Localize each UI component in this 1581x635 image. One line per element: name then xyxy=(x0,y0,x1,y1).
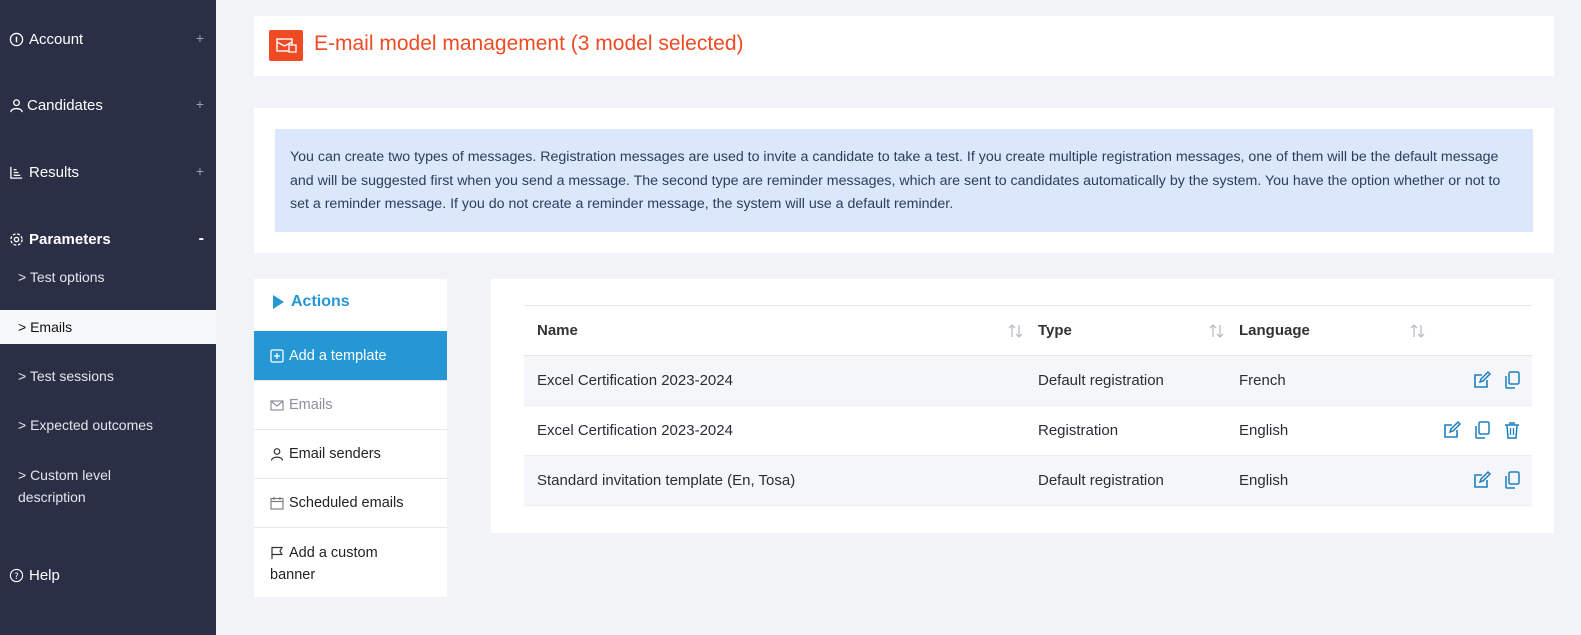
cell-name: Excel Certification 2023-2024 xyxy=(537,372,733,389)
info-icon xyxy=(9,32,24,47)
copy-icon[interactable] xyxy=(1502,370,1522,390)
cell-type: Registration xyxy=(1038,422,1119,439)
action-label: banner xyxy=(270,567,316,583)
copy-icon[interactable] xyxy=(1472,420,1492,440)
cell-name: Standard invitation template (En, Tosa) xyxy=(537,472,796,489)
user-icon xyxy=(270,448,284,461)
flag-icon xyxy=(271,546,284,559)
cell-language: English xyxy=(1239,422,1289,439)
sidebar-section-label: Account xyxy=(29,31,84,48)
column-header-name[interactable]: Name xyxy=(537,306,578,355)
email-senders-action[interactable]: Email senders xyxy=(254,429,447,478)
sidebar-item-custom-level-description[interactable]: > Custom level description xyxy=(0,464,216,508)
sidebar-section-parameters[interactable]: Parameters - xyxy=(0,228,216,252)
sidebar-section-label: Parameters xyxy=(29,231,111,248)
row-actions xyxy=(1442,420,1522,440)
templates-table: Name Type Language Excel Certification 2… xyxy=(524,305,1532,506)
sort-icon[interactable] xyxy=(1208,323,1226,339)
play-icon xyxy=(273,295,284,309)
scheduled-emails-action[interactable]: Scheduled emails xyxy=(254,478,447,527)
action-label-wrap: Add a custom banner xyxy=(270,542,378,586)
svg-text:?: ? xyxy=(14,571,18,581)
actions-title: Actions xyxy=(291,293,350,310)
row-actions xyxy=(1472,470,1522,490)
help-icon: ? xyxy=(9,568,24,583)
column-header-language[interactable]: Language xyxy=(1239,306,1310,355)
actions-panel: Actions Add a template Emails Email send… xyxy=(254,279,447,597)
page-header: E-mail model management (3 model selecte… xyxy=(254,16,1554,76)
sidebar-section-results[interactable]: Results + xyxy=(0,161,216,185)
table-row: Standard invitation template (En, Tosa) … xyxy=(524,456,1532,506)
edit-icon[interactable] xyxy=(1472,470,1492,490)
sort-icon[interactable] xyxy=(1409,323,1427,339)
action-label: Emails xyxy=(289,397,333,413)
cell-type: Default registration xyxy=(1038,372,1164,389)
sidebar-item-expected-outcomes[interactable]: > Expected outcomes xyxy=(0,414,216,436)
emails-action[interactable]: Emails xyxy=(254,380,447,429)
sidebar-item-test-sessions[interactable]: > Test sessions xyxy=(0,365,216,387)
actions-header: Actions xyxy=(273,293,350,311)
sidebar: Account + Candidates + Results + Paramet… xyxy=(0,0,216,635)
row-actions xyxy=(1472,370,1522,390)
cell-type: Default registration xyxy=(1038,472,1164,489)
edit-icon[interactable] xyxy=(1472,370,1492,390)
sidebar-item-emails[interactable]: > Emails xyxy=(0,310,216,344)
table-header: Name Type Language xyxy=(524,305,1532,356)
copy-icon[interactable] xyxy=(1502,470,1522,490)
templates-table-panel: Name Type Language Excel Certification 2… xyxy=(491,279,1554,533)
action-label: Scheduled emails xyxy=(289,495,404,511)
sidebar-section-label: Results xyxy=(29,164,80,181)
user-icon xyxy=(10,99,23,113)
action-label: Add a template xyxy=(289,347,387,364)
sidebar-item-label: > Custom level xyxy=(18,467,111,483)
sidebar-item-label: description xyxy=(18,489,86,505)
action-label: Add a custom xyxy=(289,545,378,561)
gear-icon xyxy=(10,233,23,246)
add-template-button[interactable]: Add a template xyxy=(254,331,447,380)
cell-name: Excel Certification 2023-2024 xyxy=(537,422,733,439)
action-label: Email senders xyxy=(289,446,381,462)
sidebar-help[interactable]: ? Help xyxy=(0,564,216,588)
help-label: Help xyxy=(29,567,60,584)
email-models-icon xyxy=(269,30,303,61)
envelope-icon xyxy=(270,400,284,411)
table-row: Excel Certification 2023-2024 Registrati… xyxy=(524,406,1532,456)
sidebar-section-account[interactable]: Account + xyxy=(0,28,216,52)
add-custom-banner-action[interactable]: Add a custom banner xyxy=(254,527,447,597)
collapse-toggle[interactable]: - xyxy=(199,230,204,248)
table-row: Excel Certification 2023-2024 Default re… xyxy=(524,356,1532,406)
trash-icon[interactable] xyxy=(1502,420,1522,440)
cell-language: English xyxy=(1239,472,1289,489)
sidebar-section-label: Candidates xyxy=(27,97,103,114)
page-title: E-mail model management (3 model selecte… xyxy=(314,32,744,55)
chart-icon xyxy=(10,166,23,179)
cell-language: French xyxy=(1239,372,1286,389)
expand-toggle[interactable]: + xyxy=(196,96,204,112)
edit-icon[interactable] xyxy=(1442,420,1462,440)
plus-square-icon xyxy=(270,348,284,363)
column-header-type[interactable]: Type xyxy=(1038,306,1072,355)
info-message: You can create two types of messages. Re… xyxy=(275,129,1533,232)
sort-icon[interactable] xyxy=(1007,323,1025,339)
sidebar-section-candidates[interactable]: Candidates + xyxy=(0,94,216,118)
calendar-icon xyxy=(270,497,284,510)
expand-toggle[interactable]: + xyxy=(196,30,204,46)
sidebar-item-test-options[interactable]: > Test options xyxy=(0,266,216,288)
info-panel: You can create two types of messages. Re… xyxy=(254,108,1554,253)
expand-toggle[interactable]: + xyxy=(196,163,204,179)
